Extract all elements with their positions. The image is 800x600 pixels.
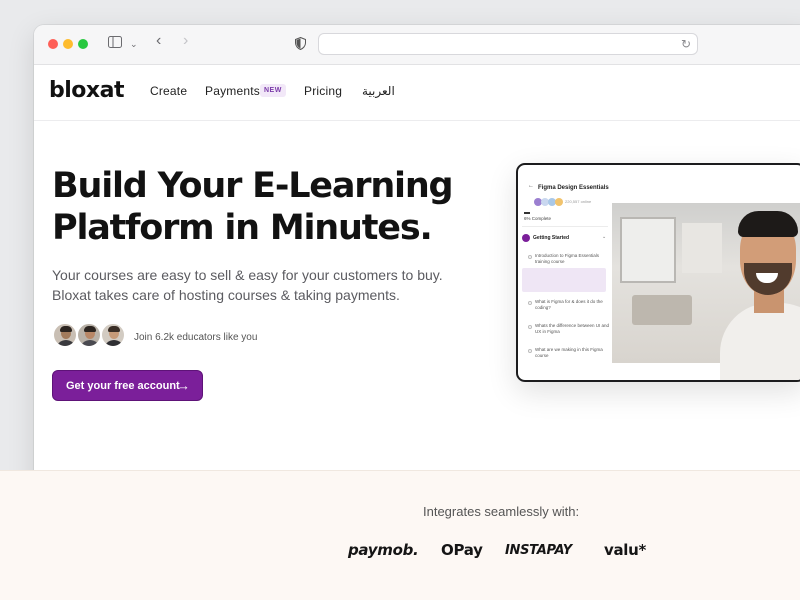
lesson-check-icon	[528, 301, 532, 305]
new-badge: NEW	[260, 84, 286, 97]
active-lesson-highlight	[522, 268, 606, 292]
partner-logo-paymob: paymob.	[348, 541, 419, 559]
avatar	[76, 322, 102, 348]
chevron-down-icon[interactable]: ⌄	[130, 36, 138, 52]
progress-bar	[524, 212, 530, 214]
avatar	[555, 198, 563, 206]
nav-pricing[interactable]: Pricing	[304, 84, 342, 98]
background-window	[620, 217, 676, 283]
minimize-window-button[interactable]	[63, 39, 73, 49]
lesson-item[interactable]: Introduction to Figma Essentials trainin…	[535, 253, 609, 265]
integrations-heading: Integrates seamlessly with:	[423, 504, 580, 519]
background-furniture	[632, 295, 692, 325]
reload-icon[interactable]: ↻	[681, 37, 691, 51]
section-status-icon	[522, 234, 530, 242]
lesson-item[interactable]: What are we making in this Figma course	[535, 347, 609, 359]
video-player[interactable]	[612, 203, 800, 380]
instructor-hair	[738, 211, 798, 237]
social-proof-text: Join 6.2k educators like you	[134, 332, 258, 343]
hero-title: Build Your E-Learning Platform in Minute…	[52, 165, 472, 249]
get-free-account-button[interactable]: Get your free account →	[52, 370, 203, 401]
background-window	[682, 223, 722, 273]
lesson-item[interactable]: What is Figma for & does it do the codin…	[535, 299, 609, 311]
partner-logo-instapay: INSTAPAY	[505, 543, 572, 558]
online-count: 220,557 online	[565, 199, 592, 204]
nav-payments[interactable]: Payments	[205, 84, 260, 98]
hero-title-line2: Platform in Minutes.	[52, 208, 433, 248]
course-title: Figma Design Essentials	[538, 185, 609, 191]
lesson-check-icon	[528, 255, 532, 259]
hero-subtitle: Your courses are easy to sell & easy for…	[52, 265, 472, 305]
maximize-window-button[interactable]	[78, 39, 88, 49]
arrow-right-icon: →	[177, 378, 190, 393]
cta-label: Get your free account	[66, 379, 180, 392]
close-window-button[interactable]	[48, 39, 58, 49]
partner-logo-opay: OPay	[441, 541, 483, 559]
nav-language-arabic[interactable]: العربية	[362, 84, 395, 98]
section-title: Getting Started	[533, 235, 570, 241]
shield-icon[interactable]	[295, 36, 306, 54]
progress-text: 6% Complete	[524, 216, 552, 221]
lesson-check-icon	[528, 325, 532, 329]
forward-icon[interactable]: ›	[183, 33, 188, 49]
divider	[522, 226, 608, 227]
chevron-down-icon: ⌄	[602, 234, 607, 240]
sidebar-icon[interactable]	[108, 36, 122, 52]
hero-subtitle-line1: Your courses are easy to sell & easy for…	[52, 267, 443, 283]
lesson-check-icon	[528, 349, 532, 353]
partner-logo-valu: valu*	[604, 541, 647, 559]
browser-toolbar: ⌄ ‹ › ↻	[34, 25, 800, 65]
avatar	[100, 322, 126, 348]
educator-avatars	[52, 322, 132, 350]
course-sidebar: ← Figma Design Essentials 220,557 online…	[518, 165, 614, 380]
address-bar[interactable]: ↻	[318, 33, 698, 55]
nav-create[interactable]: Create	[150, 84, 187, 98]
instructor-body	[720, 303, 800, 380]
integrations-section	[0, 470, 800, 600]
avatar	[52, 322, 78, 348]
hero-subtitle-line2: Bloxat takes care of hosting courses & t…	[52, 287, 400, 303]
back-icon[interactable]: ‹	[156, 33, 161, 49]
site-header: bloxat Create Payments NEW Pricing العرب…	[34, 65, 800, 121]
hero-title-line1: Build Your E-Learning	[52, 166, 454, 206]
back-arrow-icon: ←	[528, 183, 534, 189]
lesson-item[interactable]: Whats the difference between UI and UX i…	[535, 323, 609, 335]
course-player-preview: ← Figma Design Essentials 220,557 online…	[516, 163, 800, 382]
brand-logo[interactable]: bloxat	[49, 78, 124, 103]
